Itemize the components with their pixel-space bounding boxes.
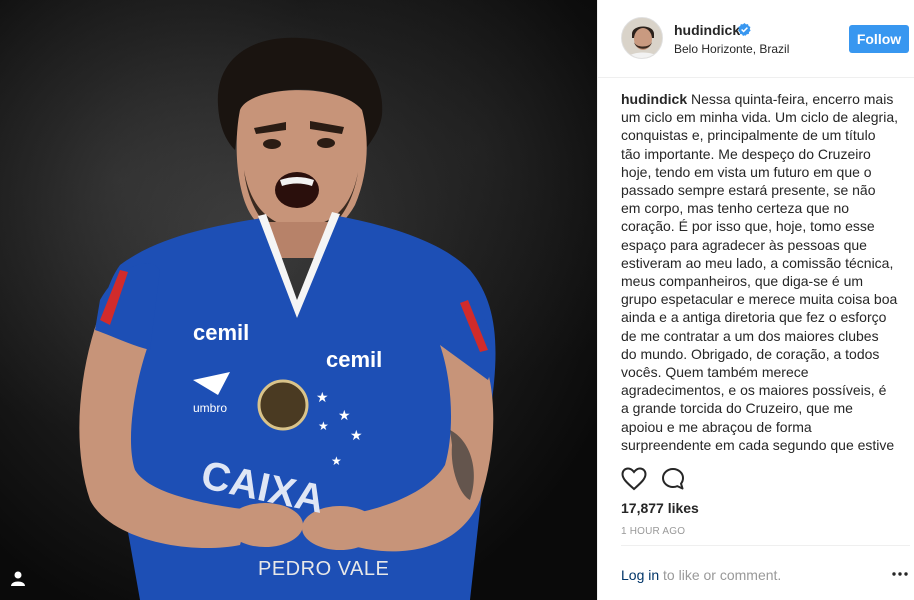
login-prompt: Log in to like or comment.	[621, 567, 781, 583]
svg-text:cemil: cemil	[326, 347, 382, 372]
follow-button[interactable]: Follow	[849, 25, 909, 53]
login-prompt-text: to like or comment.	[659, 567, 782, 583]
heart-icon[interactable]	[621, 467, 647, 491]
user-tag-icon[interactable]	[9, 569, 27, 587]
post-photo[interactable]: cemil cemil umbro ★ ★ ★ ★ ★ CAIXA PEDRO …	[0, 0, 597, 600]
post-timestamp[interactable]: 1 HOUR AGO	[621, 526, 685, 537]
caption: hudindick Nessa quinta-feira, encerro ma…	[621, 90, 898, 455]
caption-text: Nessa quinta-feira, encerro mais um cicl…	[621, 91, 898, 453]
player-illustration: cemil cemil umbro ★ ★ ★ ★ ★ CAIXA	[79, 37, 496, 600]
login-link[interactable]: Log in	[621, 567, 659, 583]
post-side-panel: hudindick Belo Horizonte, Brazil Follow …	[597, 0, 914, 600]
svg-text:★: ★	[338, 407, 351, 423]
avatar-image	[622, 18, 662, 58]
avatar[interactable]	[621, 17, 663, 59]
comment-bar: Log in to like or comment.	[621, 545, 910, 600]
svg-text:★: ★	[316, 389, 329, 405]
svg-text:★: ★	[331, 454, 342, 468]
svg-text:cemil: cemil	[193, 320, 249, 345]
svg-text:★: ★	[350, 427, 363, 443]
likes-count[interactable]: 17,877 likes	[621, 500, 699, 516]
photo-watermark: PEDRO VALE	[258, 558, 390, 580]
location-link[interactable]: Belo Horizonte, Brazil	[674, 42, 789, 56]
comment-bubble-icon[interactable]	[661, 467, 685, 491]
verified-badge-icon	[738, 23, 751, 36]
svg-text:umbro: umbro	[193, 401, 227, 415]
post-header: hudindick Belo Horizonte, Brazil Follow	[598, 0, 914, 78]
caption-username[interactable]: hudindick	[621, 91, 687, 107]
svg-text:★: ★	[318, 419, 329, 433]
username[interactable]: hudindick	[674, 22, 740, 38]
more-options-icon[interactable]	[892, 572, 908, 576]
